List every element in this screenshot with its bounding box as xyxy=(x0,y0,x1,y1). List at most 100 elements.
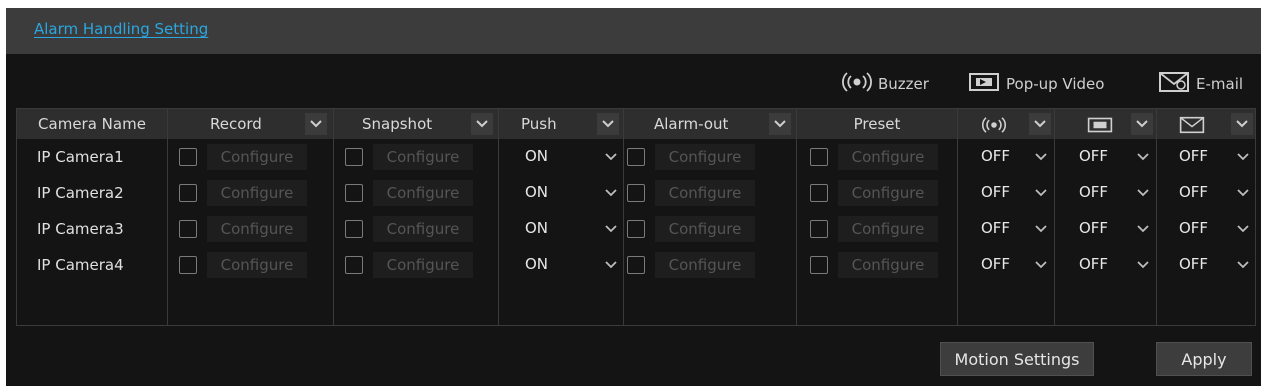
email-select[interactable]: OFF xyxy=(1179,219,1208,237)
alarm-handling-dialog: Alarm Handling Setting Buzzer Pop-up Vid… xyxy=(6,8,1261,386)
chevron-down-icon xyxy=(476,120,488,128)
alarm-out-configure-button[interactable]: Configure xyxy=(655,252,755,278)
chevron-down-icon xyxy=(1034,120,1046,128)
snapshot-configure-button[interactable]: Configure xyxy=(373,252,473,278)
legend-email-label: E-mail xyxy=(1196,75,1244,93)
chevron-down-icon[interactable] xyxy=(605,224,617,234)
table-row: IP Camera4 Configure Configure ON Config… xyxy=(17,248,1255,282)
buzzer-dropdown[interactable] xyxy=(1029,113,1051,135)
record-checkbox[interactable] xyxy=(179,220,197,238)
apply-button[interactable]: Apply xyxy=(1156,342,1252,376)
snapshot-checkbox[interactable] xyxy=(345,148,363,166)
alarm-out-configure-button[interactable]: Configure xyxy=(655,180,755,206)
buzzer-icon xyxy=(982,117,1006,137)
chevron-down-icon xyxy=(1136,120,1148,128)
chevron-down-icon[interactable] xyxy=(605,152,617,162)
popup-select[interactable]: OFF xyxy=(1079,183,1108,201)
record-configure-button[interactable]: Configure xyxy=(207,144,307,170)
chevron-down-icon[interactable] xyxy=(1137,224,1149,234)
alarm-out-configure-button[interactable]: Configure xyxy=(655,144,755,170)
buzzer-select[interactable]: OFF xyxy=(981,219,1010,237)
email-select[interactable]: OFF xyxy=(1179,147,1208,165)
chevron-down-icon[interactable] xyxy=(1035,188,1047,198)
alarm-out-checkbox[interactable] xyxy=(627,184,645,202)
snapshot-checkbox[interactable] xyxy=(345,184,363,202)
push-select[interactable]: ON xyxy=(525,219,548,237)
title-bar: Alarm Handling Setting xyxy=(6,8,1261,54)
snapshot-configure-button[interactable]: Configure xyxy=(373,180,473,206)
record-dropdown[interactable] xyxy=(305,113,327,135)
snapshot-configure-button[interactable]: Configure xyxy=(373,216,473,242)
buzzer-select[interactable]: OFF xyxy=(981,147,1010,165)
email-select[interactable]: OFF xyxy=(1179,183,1208,201)
email-icon xyxy=(1179,116,1205,138)
buzzer-select[interactable]: OFF xyxy=(981,183,1010,201)
chevron-down-icon xyxy=(602,120,614,128)
motion-settings-button[interactable]: Motion Settings xyxy=(940,342,1094,376)
header-preset: Preset xyxy=(797,109,957,139)
preset-checkbox[interactable] xyxy=(810,184,828,202)
alarm-out-checkbox[interactable] xyxy=(627,220,645,238)
preset-checkbox[interactable] xyxy=(810,220,828,238)
header-alarm-out-label: Alarm-out xyxy=(654,115,729,133)
preset-configure-button[interactable]: Configure xyxy=(838,252,938,278)
preset-configure-button[interactable]: Configure xyxy=(838,180,938,206)
legend-popup-label: Pop-up Video xyxy=(1006,75,1105,93)
chevron-down-icon xyxy=(310,120,322,128)
snapshot-dropdown[interactable] xyxy=(471,113,493,135)
alarm-out-configure-button[interactable]: Configure xyxy=(655,216,755,242)
chevron-down-icon[interactable] xyxy=(1035,224,1047,234)
chevron-down-icon[interactable] xyxy=(1035,260,1047,270)
snapshot-checkbox[interactable] xyxy=(345,256,363,274)
header-record-label: Record xyxy=(210,115,262,133)
alarm-out-dropdown[interactable] xyxy=(769,113,791,135)
popup-select[interactable]: OFF xyxy=(1079,255,1108,273)
alarm-out-checkbox[interactable] xyxy=(627,148,645,166)
buzzer-select[interactable]: OFF xyxy=(981,255,1010,273)
email-dropdown[interactable] xyxy=(1231,113,1253,135)
chevron-down-icon[interactable] xyxy=(1035,152,1047,162)
chevron-down-icon[interactable] xyxy=(605,188,617,198)
record-configure-button[interactable]: Configure xyxy=(207,180,307,206)
header-push-label: Push xyxy=(521,115,557,133)
push-select[interactable]: ON xyxy=(525,255,548,273)
chevron-down-icon[interactable] xyxy=(605,260,617,270)
push-dropdown[interactable] xyxy=(597,113,619,135)
chevron-down-icon[interactable] xyxy=(1237,260,1249,270)
legend-buzzer-label: Buzzer xyxy=(878,75,929,93)
header-snapshot-label: Snapshot xyxy=(362,115,433,133)
chevron-down-icon[interactable] xyxy=(1137,152,1149,162)
popup-dropdown[interactable] xyxy=(1131,113,1153,135)
preset-checkbox[interactable] xyxy=(810,148,828,166)
legend-popup: Pop-up Video xyxy=(968,72,1104,96)
preset-checkbox[interactable] xyxy=(810,256,828,274)
chevron-down-icon[interactable] xyxy=(1137,188,1149,198)
alarm-table: Camera Name Record Snapshot Push Alarm-o… xyxy=(16,108,1256,326)
popup-video-icon xyxy=(968,71,1006,97)
chevron-down-icon[interactable] xyxy=(1237,152,1249,162)
chevron-down-icon xyxy=(774,120,786,128)
record-configure-button[interactable]: Configure xyxy=(207,252,307,278)
chevron-down-icon[interactable] xyxy=(1237,188,1249,198)
push-select[interactable]: ON xyxy=(525,147,548,165)
record-checkbox[interactable] xyxy=(179,184,197,202)
snapshot-configure-button[interactable]: Configure xyxy=(373,144,473,170)
record-checkbox[interactable] xyxy=(179,148,197,166)
dialog-title: Alarm Handling Setting xyxy=(34,20,209,38)
popup-select[interactable]: OFF xyxy=(1079,219,1108,237)
popup-select[interactable]: OFF xyxy=(1079,147,1108,165)
popup-video-icon xyxy=(1087,116,1113,138)
alarm-out-checkbox[interactable] xyxy=(627,256,645,274)
record-checkbox[interactable] xyxy=(179,256,197,274)
table-row: IP Camera2 Configure Configure ON Config… xyxy=(17,176,1255,210)
snapshot-checkbox[interactable] xyxy=(345,220,363,238)
chevron-down-icon[interactable] xyxy=(1137,260,1149,270)
push-select[interactable]: ON xyxy=(525,183,548,201)
email-select[interactable]: OFF xyxy=(1179,255,1208,273)
record-configure-button[interactable]: Configure xyxy=(207,216,307,242)
camera-name: IP Camera4 xyxy=(37,256,124,274)
preset-configure-button[interactable]: Configure xyxy=(838,216,938,242)
preset-configure-button[interactable]: Configure xyxy=(838,144,938,170)
chevron-down-icon[interactable] xyxy=(1237,224,1249,234)
camera-name: IP Camera3 xyxy=(37,220,124,238)
